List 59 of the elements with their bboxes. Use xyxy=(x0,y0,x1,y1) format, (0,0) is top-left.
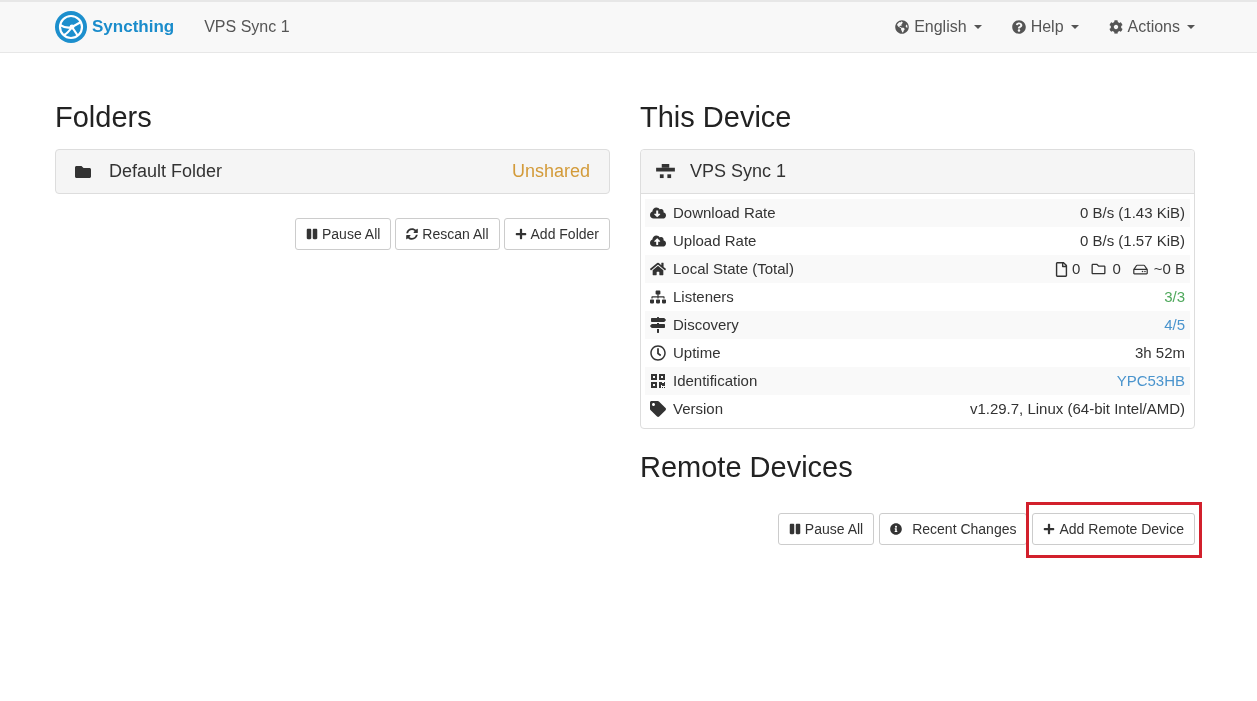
row-label: Download Rate xyxy=(673,202,776,223)
folder-name: Default Folder xyxy=(109,160,223,183)
plus-icon xyxy=(1043,523,1056,535)
language-menu[interactable]: English xyxy=(880,2,997,52)
plus-icon xyxy=(514,228,527,240)
folder-icon xyxy=(1091,262,1107,276)
row-value: 0 B/s (1.43 KiB) xyxy=(1079,202,1185,223)
caret-icon xyxy=(1070,25,1079,29)
row-value: 0 B/s (1.57 KiB) xyxy=(1079,230,1185,251)
cloud-download-icon xyxy=(650,205,666,221)
folder-count: 0 xyxy=(1112,258,1121,279)
section-heading: This Device xyxy=(640,101,793,134)
row-label: Version xyxy=(673,398,724,419)
home-icon xyxy=(650,261,666,277)
clock-icon xyxy=(650,345,666,361)
recent-changes-button[interactable]: Recent Changes xyxy=(879,513,1028,545)
row-label: Listeners xyxy=(673,286,734,307)
refresh-icon xyxy=(406,228,419,240)
add-remote-device-button[interactable]: Add Remote Device xyxy=(1032,513,1195,545)
file-count: 0 xyxy=(1072,258,1081,279)
section-heading: Folders xyxy=(55,101,153,134)
brand-link[interactable]: Syncthing xyxy=(55,11,175,43)
device-name: VPS Sync 1 xyxy=(690,160,787,183)
caret-icon xyxy=(973,25,982,29)
row-label: Uptime xyxy=(673,342,721,363)
qr-code-icon xyxy=(650,373,666,389)
row-label: Discovery xyxy=(673,314,739,335)
pause-icon xyxy=(788,523,801,535)
folder-status: Unshared xyxy=(511,160,590,183)
panel-header[interactable]: VPS Sync 1 xyxy=(641,150,1194,194)
pause-all-button[interactable]: Pause All xyxy=(295,218,392,250)
row-value: v1.29.7, Linux (64-bit Intel/AMD) xyxy=(969,398,1185,419)
size-value: ~0 B xyxy=(1153,258,1185,279)
rescan-all-button[interactable]: Rescan All xyxy=(395,218,500,250)
identicon-icon xyxy=(656,164,675,179)
pause-icon xyxy=(306,228,318,240)
caret-icon xyxy=(1187,25,1195,29)
folder-icon xyxy=(75,163,91,180)
help-icon xyxy=(1011,20,1026,34)
row-label: Local State (Total) xyxy=(673,258,794,279)
row-label: Upload Rate xyxy=(673,230,757,251)
section-heading: Remote Devices xyxy=(640,451,854,484)
row-value: 3h 52m xyxy=(1134,342,1185,363)
file-icon xyxy=(1055,261,1069,277)
logo-icon xyxy=(55,11,87,43)
row-label: Identification xyxy=(673,370,758,391)
pause-all-button[interactable]: Pause All xyxy=(777,513,875,545)
cloud-upload-icon xyxy=(650,233,666,249)
signpost-icon xyxy=(650,317,666,333)
folder-panel[interactable]: Default Folder Unshared xyxy=(55,149,610,194)
device-name-label: VPS Sync 1 xyxy=(204,17,290,37)
help-menu[interactable]: Help xyxy=(996,2,1094,52)
info-icon xyxy=(890,523,903,535)
actions-menu[interactable]: Actions xyxy=(1093,2,1195,52)
globe-icon xyxy=(895,20,910,34)
add-folder-button[interactable]: Add Folder xyxy=(503,218,610,250)
tag-icon xyxy=(650,401,666,417)
sitemap-icon xyxy=(650,289,666,305)
gear-icon xyxy=(1108,20,1123,34)
